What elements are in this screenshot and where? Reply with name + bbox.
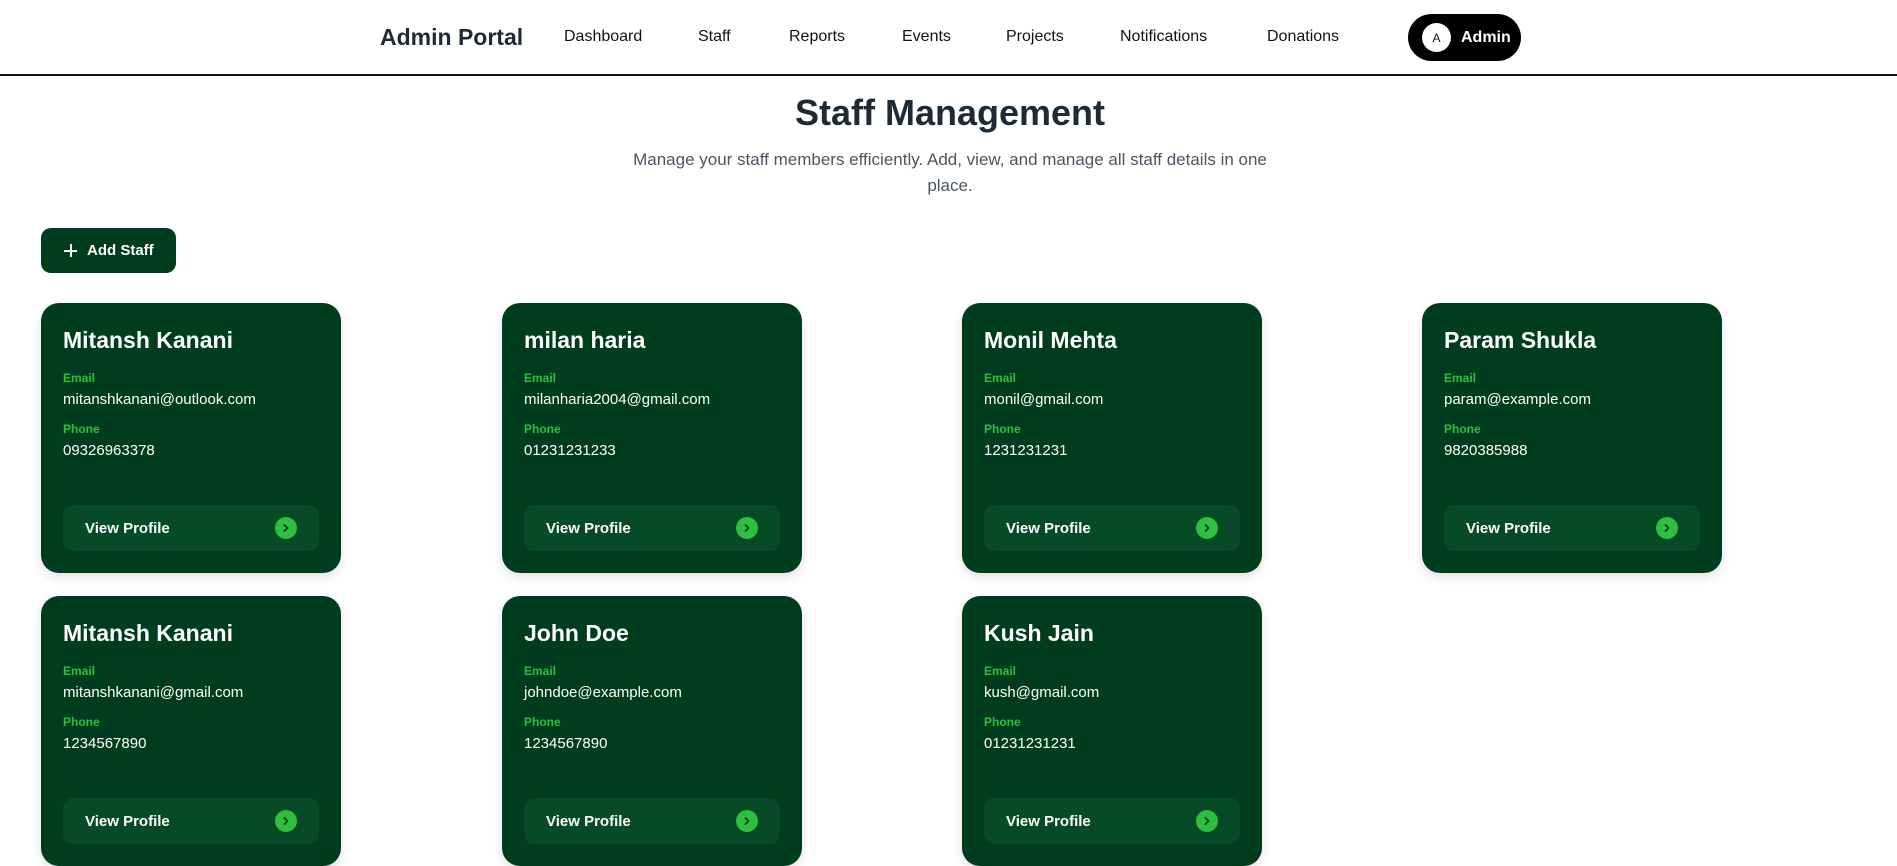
view-profile-button[interactable]: View Profile [984, 798, 1240, 844]
view-profile-button[interactable]: View Profile [524, 798, 780, 844]
chevron-right-icon [1196, 810, 1218, 832]
email-label: Email [63, 664, 96, 678]
nav-link-projects[interactable]: Projects [1006, 28, 1064, 46]
add-staff-label: Add Staff [87, 242, 154, 259]
staff-name: John Doe [524, 620, 629, 646]
staff-phone: 01231231233 [524, 442, 616, 459]
view-profile-label: View Profile [85, 519, 170, 537]
phone-label: Phone [63, 715, 100, 729]
chevron-right-icon [275, 810, 297, 832]
view-profile-button[interactable]: View Profile [63, 505, 319, 551]
staff-email: mitanshkanani@outlook.com [63, 391, 256, 408]
staff-email: monil@gmail.com [984, 391, 1104, 408]
top-navbar: Admin Portal Dashboard Staff Reports Eve… [0, 0, 1897, 76]
staff-card: Kush Jain Email kush@gmail.com Phone 0123123… [962, 596, 1262, 866]
email-label: Email [984, 371, 1017, 385]
staff-phone: 9820385988 [1444, 442, 1528, 459]
staff-name: Param Shukla [1444, 327, 1597, 353]
staff-phone: 01231231231 [984, 735, 1076, 752]
staff-card: Mitansh Kanani Email mitanshkanani@outlook… [41, 303, 341, 573]
email-label: Email [984, 664, 1017, 678]
nav-link-donations[interactable]: Donations [1267, 28, 1339, 46]
staff-email: johndoe@example.com [524, 684, 682, 701]
view-profile-label: View Profile [1466, 519, 1551, 537]
view-profile-button[interactable]: View Profile [984, 505, 1240, 551]
staff-name: Mitansh Kanani [63, 620, 233, 646]
avatar: A [1422, 23, 1451, 52]
email-label: Email [1444, 371, 1477, 385]
staff-email: kush@gmail.com [984, 684, 1100, 701]
view-profile-button[interactable]: View Profile [1444, 505, 1700, 551]
page-title: Staff Management [794, 92, 1106, 133]
chevron-right-icon [275, 517, 297, 539]
nav-link-notifications[interactable]: Notifications [1120, 28, 1207, 46]
staff-name: Monil Mehta [984, 327, 1117, 353]
staff-phone: 09326963378 [63, 442, 155, 459]
staff-email: mitanshkanani@gmail.com [63, 684, 244, 701]
staff-name: Mitansh Kanani [63, 327, 233, 353]
nav-link-events[interactable]: Events [902, 28, 951, 46]
chevron-right-icon [736, 517, 758, 539]
staff-card: Monil Mehta Email monil@gmail.com Phone 1231… [962, 303, 1262, 573]
user-name: Admin [1461, 28, 1511, 46]
staff-email: milanharia2004@gmail.com [524, 391, 711, 408]
phone-label: Phone [524, 715, 561, 729]
email-label: Email [524, 664, 557, 678]
phone-label: Phone [524, 422, 561, 436]
brand-logo[interactable]: Admin Portal [380, 24, 523, 51]
staff-email: param@example.com [1444, 391, 1591, 408]
user-menu-button[interactable]: A Admin [1408, 14, 1521, 61]
staff-name: Kush Jain [984, 620, 1094, 646]
email-label: Email [524, 371, 557, 385]
email-label: Email [63, 371, 96, 385]
chevron-right-icon [1196, 517, 1218, 539]
staff-name: milan haria [524, 327, 646, 353]
add-staff-button[interactable]: Add Staff [41, 228, 176, 273]
staff-card: milan haria Email milanharia2004@gmail.com… [502, 303, 802, 573]
phone-label: Phone [63, 422, 100, 436]
page-subtitle: Manage your staff members efficiently. A… [633, 150, 1267, 195]
staff-phone: 1231231231 [984, 442, 1068, 459]
phone-label: Phone [984, 715, 1021, 729]
view-profile-label: View Profile [1006, 812, 1091, 830]
nav-link-staff[interactable]: Staff [698, 28, 731, 46]
staff-card: John Doe Email johndoe@example.com Phone 123… [502, 596, 802, 866]
view-profile-label: View Profile [1006, 519, 1091, 537]
view-profile-button[interactable]: View Profile [63, 798, 319, 844]
plus-icon [64, 244, 77, 257]
view-profile-label: View Profile [546, 812, 631, 830]
view-profile-label: View Profile [546, 519, 631, 537]
view-profile-label: View Profile [85, 812, 170, 830]
chevron-right-icon [736, 810, 758, 832]
chevron-right-icon [1656, 517, 1678, 539]
nav-link-dashboard[interactable]: Dashboard [564, 28, 642, 46]
view-profile-button[interactable]: View Profile [524, 505, 780, 551]
staff-card: Param Shukla Email param@example.com Phone 9… [1422, 303, 1722, 573]
staff-phone: 1234567890 [63, 735, 147, 752]
phone-label: Phone [1444, 422, 1481, 436]
staff-card: Mitansh Kanani Email mitanshkanani@gmail.c… [41, 596, 341, 866]
staff-phone: 1234567890 [524, 735, 608, 752]
phone-label: Phone [984, 422, 1021, 436]
nav-link-reports[interactable]: Reports [789, 28, 845, 46]
